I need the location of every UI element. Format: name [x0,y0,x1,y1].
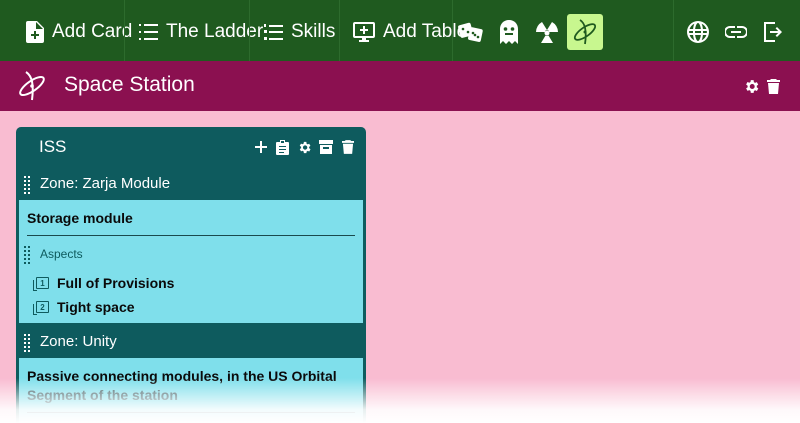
logout-icon [764,22,782,42]
add-card-label: Add Card [52,21,133,42]
file-plus-icon [26,21,44,43]
numbered-list-icon [264,24,283,40]
card-delete-button[interactable] [340,139,356,155]
aspects-label: Aspects [40,247,83,261]
atom-icon [573,19,597,45]
globe-button[interactable] [680,14,716,50]
atom-icon [19,71,45,101]
aspect-text: Full of Provisions [57,275,175,291]
card-add-button[interactable] [253,139,269,155]
zone-label: Zone: Zarja Module [40,175,171,192]
table-settings-button[interactable] [742,77,760,95]
radiation-button[interactable] [529,14,565,50]
table-delete-button[interactable] [764,77,782,95]
table-header: Space Station [0,61,800,111]
skills-label: Skills [291,21,336,42]
logout-button[interactable] [756,14,792,50]
gear-icon [299,141,310,153]
card-title: ISS [39,137,67,156]
trash-icon [766,78,780,94]
aspects-drag-handle[interactable] [24,246,32,264]
list-icon [139,24,158,40]
aspect-text: Tight space [57,299,135,315]
clipboard-icon [275,139,289,155]
trash-icon [342,140,354,154]
top-nav: Add Card The Ladder Skills Add Table [0,0,800,61]
skills-button[interactable]: Skills [264,14,335,50]
aspect-badge-icon: 1 [33,277,49,291]
zone-header: Zone: Zarja Module [16,167,366,201]
add-table-button[interactable]: Add Table [353,14,467,50]
ghost-icon [500,20,518,44]
link-button[interactable] [718,14,754,50]
aspect-item[interactable]: 1 Full of Provisions [33,275,175,291]
zone-header: Zone: Unity [16,325,366,359]
link-icon [725,26,747,38]
radiation-icon [536,22,558,43]
zone-body: Passive connecting modules, in the US Or… [19,358,363,423]
zone-description: Storage module [27,210,133,226]
drag-handle[interactable] [24,334,32,352]
card-archive-button[interactable] [318,139,334,155]
plus-icon [255,141,267,153]
monitor-plus-icon [353,22,375,42]
dice-icon [458,22,483,42]
card: ISS Zone: Zarja Module Storage module As… [16,127,366,423]
zone-label: Zone: Unity [40,333,117,350]
add-card-button[interactable]: Add Card [26,14,132,50]
globe-icon [687,21,709,43]
card-clipboard-button[interactable] [274,139,290,155]
drag-handle[interactable] [24,176,32,194]
atom-button[interactable] [567,14,603,50]
archive-icon [319,140,333,154]
aspect-item[interactable]: 2 Tight space [33,299,135,315]
zone-description: Passive connecting modules, in the US Or… [27,368,337,384]
zone-description-continued: Segment of the station [27,387,178,403]
aspect-badge-icon: 2 [33,301,49,315]
dice-button[interactable] [453,14,489,50]
the-ladder-button[interactable]: The Ladder [139,14,263,50]
table-title: Space Station [64,73,195,96]
ghost-button[interactable] [491,14,527,50]
zone-body: Storage module Aspects 1 Full of Provisi… [19,200,363,323]
card-settings-button[interactable] [296,139,312,155]
gear-icon [745,79,758,93]
